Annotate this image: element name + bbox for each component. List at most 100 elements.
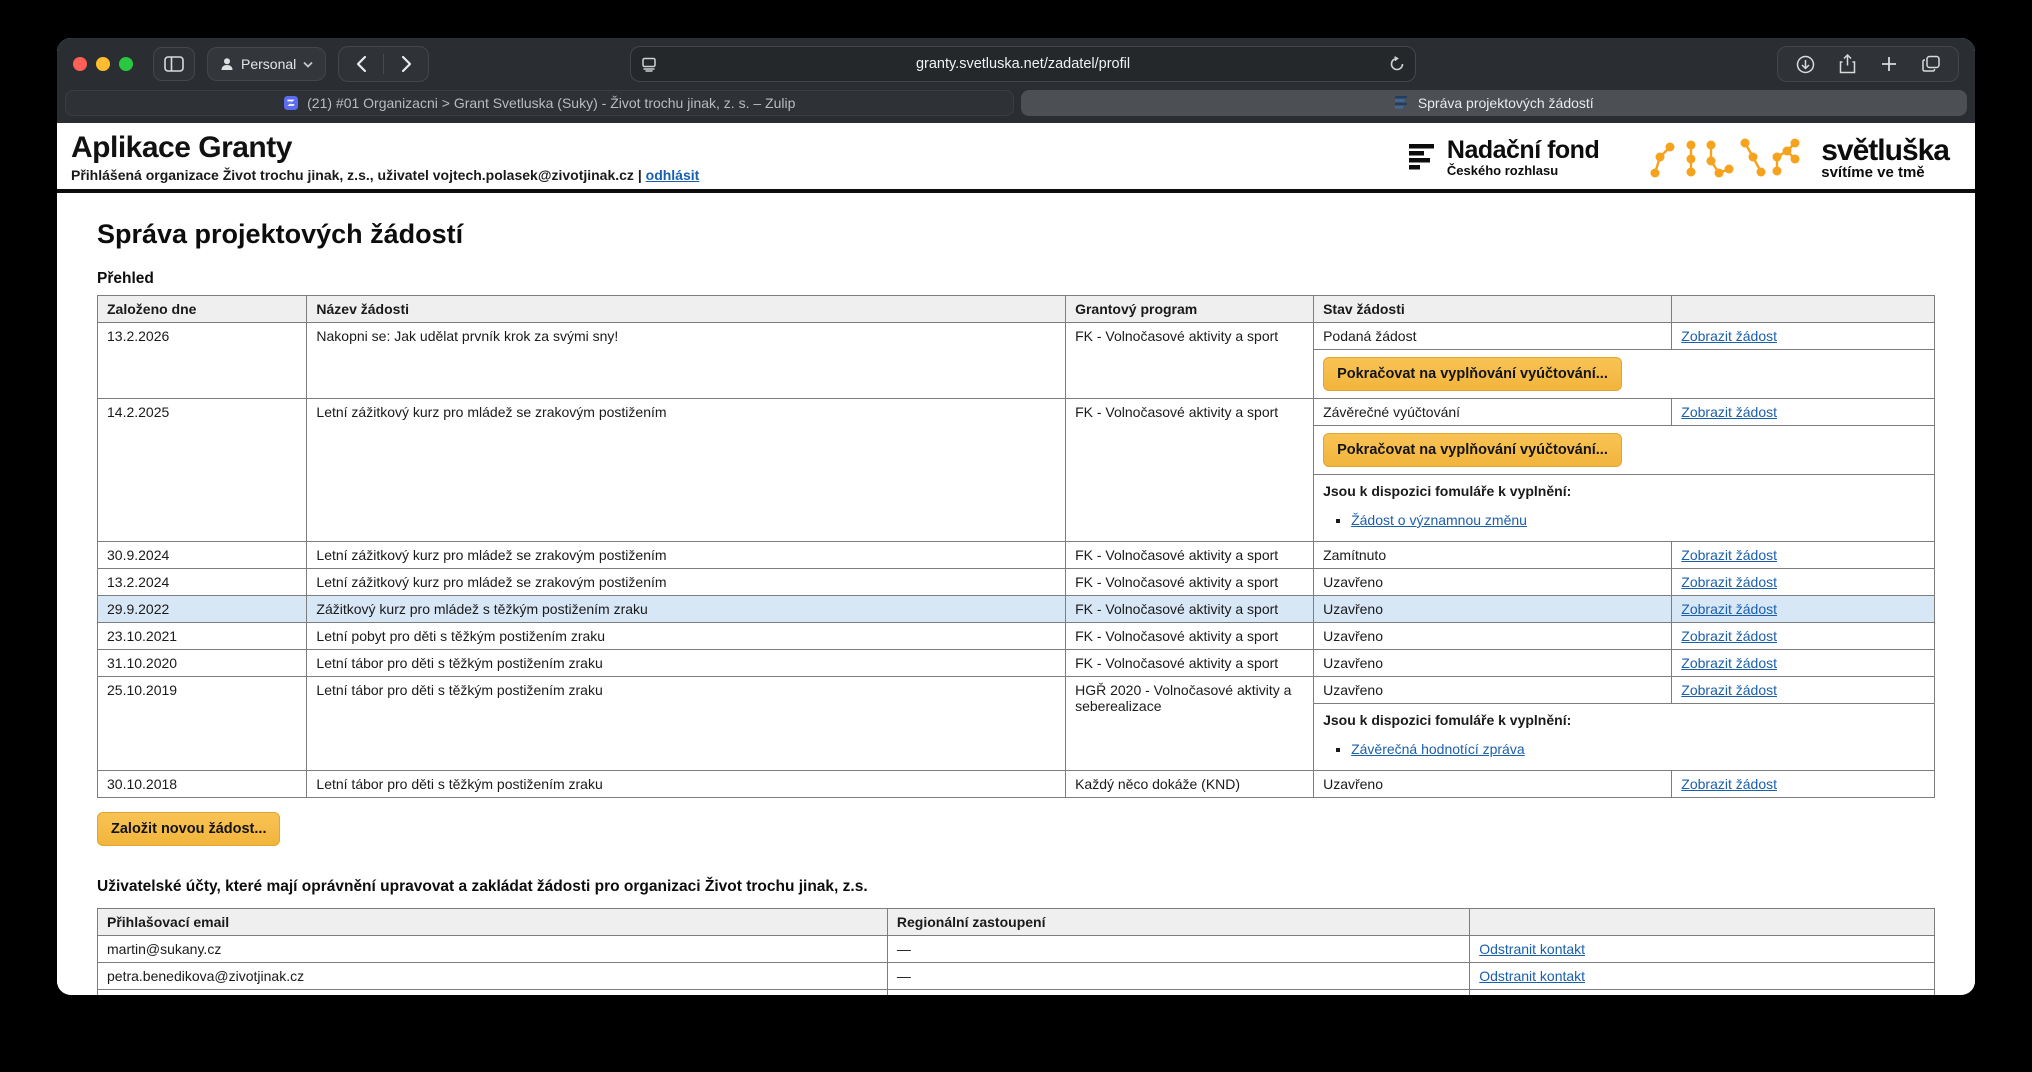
continue-settlement-button[interactable]: Pokračovat na vyplňování vyúčtování...	[1323, 357, 1622, 391]
cell-program: FK - Volnočasové aktivity a sport	[1066, 569, 1314, 596]
cell-email: petra.benedikova@zivotjinak.cz	[98, 963, 888, 990]
table-row: 13.2.2024 Letní zážitkový kurz pro mláde…	[98, 569, 1935, 596]
new-tab-button[interactable]	[1868, 47, 1910, 81]
cell-actions: Zobrazit žádost	[1672, 569, 1935, 596]
form-link[interactable]: Závěrečná hodnotící zpráva	[1351, 741, 1525, 757]
cell-status: Závěrečné vyúčtování	[1314, 399, 1672, 426]
cell-name: Letní zážitkový kurz pro mládež se zrako…	[307, 399, 1066, 542]
table-row: vojtech.polasek@zivotjinak.cz —	[98, 990, 1935, 996]
view-application-link[interactable]: Zobrazit žádost	[1681, 776, 1777, 792]
cell-name: Letní pobyt pro děti s těžkým postižením…	[307, 623, 1066, 650]
view-application-link[interactable]: Zobrazit žádost	[1681, 682, 1777, 698]
col-header-status: Stav žádosti	[1314, 296, 1672, 323]
cell-status: Uzavřeno	[1314, 596, 1672, 623]
users-table: Přihlašovací email Regionální zastoupení…	[97, 908, 1935, 995]
nf-logo-line2: Českého rozhlasu	[1447, 163, 1599, 178]
cell-program: Každý něco dokáže (KND)	[1066, 771, 1314, 798]
view-application-link[interactable]: Zobrazit žádost	[1681, 574, 1777, 590]
continue-settlement-button[interactable]: Pokračovat na vyplňování vyúčtování...	[1323, 433, 1622, 467]
main-area: Správa projektových žádostí Přehled Zalo…	[57, 193, 1975, 995]
cell-date: 30.10.2018	[98, 771, 307, 798]
forward-button[interactable]	[384, 47, 428, 81]
cell-date: 31.10.2020	[98, 650, 307, 677]
downloads-button[interactable]	[1784, 47, 1826, 81]
cell-actions: Zobrazit žádost	[1672, 323, 1935, 350]
table-row: martin@sukany.cz — Odstranit kontakt	[98, 936, 1935, 963]
logout-link[interactable]: odhlásit	[646, 167, 700, 183]
new-application-button[interactable]: Založit novou žádost...	[97, 812, 280, 846]
cell-name: Letní tábor pro děti s těžkým postižením…	[307, 771, 1066, 798]
view-application-link[interactable]: Zobrazit žádost	[1681, 547, 1777, 563]
tab-overview-button[interactable]	[1910, 47, 1952, 81]
login-info: Přihlášená organizace Život trochu jinak…	[71, 167, 699, 183]
browser-toolbar: Personal granty.svetluska.net/zadatel	[57, 38, 1975, 90]
table-header-row: Přihlašovací email Regionální zastoupení	[98, 909, 1935, 936]
cell-program: FK - Volnočasové aktivity a sport	[1066, 623, 1314, 650]
svetluska-constellation-icon	[1647, 135, 1807, 179]
page-settings-icon[interactable]	[641, 57, 657, 72]
list-item: Žádost o významnou změnu	[1351, 511, 1925, 529]
table-row: 23.10.2021 Letní pobyt pro děti s těžkým…	[98, 623, 1935, 650]
back-button[interactable]	[339, 47, 383, 81]
remove-contact-link[interactable]: Odstranit kontakt	[1479, 968, 1585, 984]
view-application-link[interactable]: Zobrazit žádost	[1681, 601, 1777, 617]
cell-program: FK - Volnočasové aktivity a sport	[1066, 542, 1314, 569]
minimize-window-button[interactable]	[96, 57, 110, 71]
cell-actions: Zobrazit žádost	[1672, 677, 1935, 704]
table-header-row: Založeno dne Název žádosti Grantový prog…	[98, 296, 1935, 323]
view-application-link[interactable]: Zobrazit žádost	[1681, 628, 1777, 644]
view-application-link[interactable]: Zobrazit žádost	[1681, 328, 1777, 344]
cell-forms: Jsou k dispozici fomuláře k vyplnění: Zá…	[1314, 704, 1935, 771]
share-button[interactable]	[1826, 47, 1868, 81]
cell-program: HGŘ 2020 - Volnočasové aktivity a sebere…	[1066, 677, 1314, 771]
cell-actions: Odstranit kontakt	[1470, 963, 1935, 990]
cell-date: 25.10.2019	[98, 677, 307, 771]
tab-zulip[interactable]: (21) #01 Organizacni > Grant Svetluska (…	[65, 90, 1014, 116]
view-application-link[interactable]: Zobrazit žádost	[1681, 655, 1777, 671]
cell-program: FK - Volnočasové aktivity a sport	[1066, 399, 1314, 542]
sv-logo-line1: světluška	[1821, 134, 1949, 168]
cell-forms: Jsou k dispozici fomuláře k vyplnění: Žá…	[1314, 475, 1935, 542]
col-header-region: Regionální zastoupení	[887, 909, 1469, 936]
cell-date: 14.2.2025	[98, 399, 307, 542]
tab-granty-active[interactable]: Správa projektových žádostí	[1021, 90, 1968, 116]
cell-name: Letní tábor pro děti s těžkým postižením…	[307, 677, 1066, 771]
tab-title: Správa projektových žádostí	[1418, 95, 1594, 111]
remove-contact-link[interactable]: Odstranit kontakt	[1479, 941, 1585, 957]
toolbar-right-group	[1777, 46, 1959, 82]
sidebar-toggle-button[interactable]	[153, 47, 195, 81]
table-row: 30.10.2018 Letní tábor pro děti s těžkým…	[98, 771, 1935, 798]
reload-icon[interactable]	[1389, 56, 1405, 72]
url-text[interactable]: granty.svetluska.net/zadatel/profil	[657, 56, 1389, 72]
close-window-button[interactable]	[73, 57, 87, 71]
col-header-actions	[1470, 909, 1935, 936]
cell-continue: Pokračovat na vyplňování vyúčtování...	[1314, 426, 1935, 475]
login-info-text: Přihlášená organizace Život trochu jinak…	[71, 167, 642, 183]
cell-name: Letní zážitkový kurz pro mládež se zrako…	[307, 569, 1066, 596]
address-bar[interactable]: granty.svetluska.net/zadatel/profil	[630, 46, 1416, 82]
nadacni-fond-logo: Nadační fond Českého rozhlasu	[1409, 136, 1599, 178]
forms-list: Žádost o významnou změnu	[1335, 511, 1925, 529]
profile-switcher[interactable]: Personal	[207, 47, 326, 81]
profile-person-icon	[220, 57, 234, 71]
site-favicon	[1394, 95, 1410, 111]
cell-program: FK - Volnočasové aktivity a sport	[1066, 650, 1314, 677]
header-logos: Nadační fond Českého rozhlasu	[1409, 134, 1955, 181]
svetluska-logo: světluška svítíme ve tmě	[1647, 134, 1949, 181]
nf-logo-line1: Nadační fond	[1447, 136, 1599, 165]
zoom-window-button[interactable]	[119, 57, 133, 71]
forms-list: Závěrečná hodnotící zpráva	[1335, 740, 1925, 758]
view-application-link[interactable]: Zobrazit žádost	[1681, 404, 1777, 420]
app-title: Aplikace Granty	[71, 131, 699, 165]
col-header-email: Přihlašovací email	[98, 909, 888, 936]
zulip-icon	[283, 95, 299, 111]
form-link[interactable]: Žádost o významnou změnu	[1351, 512, 1527, 528]
cell-name: Zážitkový kurz pro mládež s těžkým posti…	[307, 596, 1066, 623]
applications-table: Založeno dne Název žádosti Grantový prog…	[97, 295, 1935, 798]
users-heading: Uživatelské účty, které mají oprávnění u…	[97, 878, 1935, 896]
cell-actions: Zobrazit žádost	[1672, 596, 1935, 623]
safari-window: Personal granty.svetluska.net/zadatel	[57, 38, 1975, 995]
tab-strip: (21) #01 Organizacni > Grant Svetluska (…	[57, 90, 1975, 123]
window-controls	[73, 57, 133, 71]
cro-bars-icon	[1409, 142, 1437, 172]
